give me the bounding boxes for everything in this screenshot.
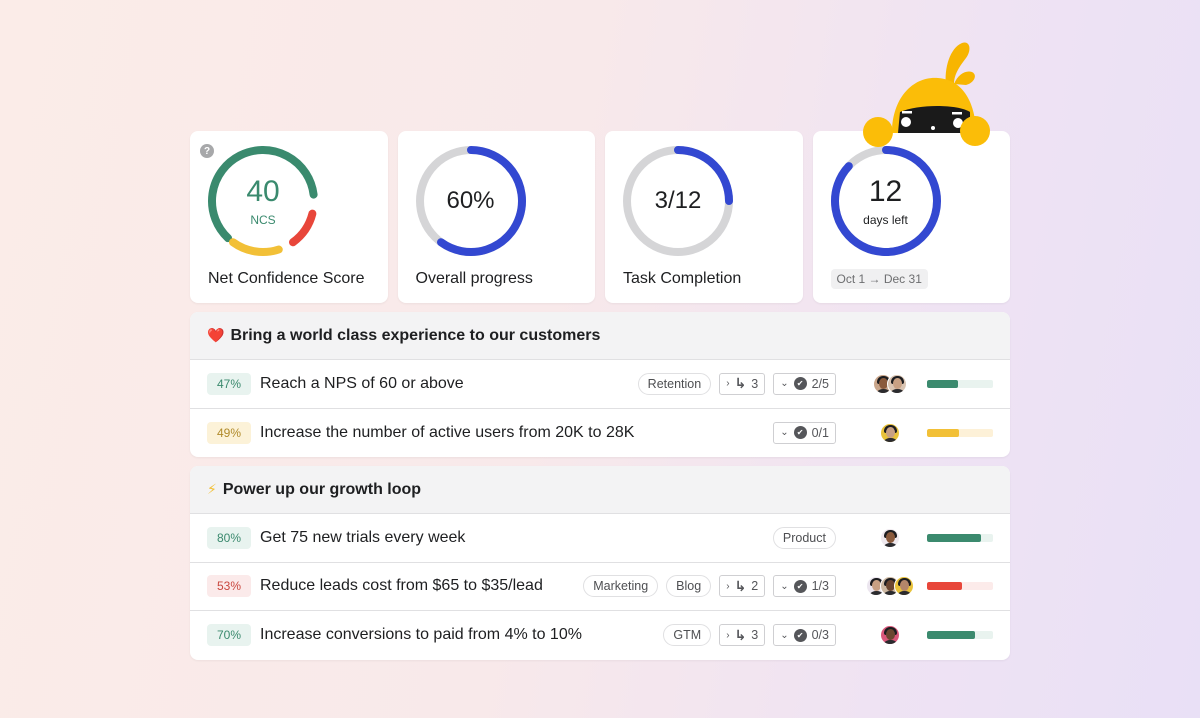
tag-chip[interactable]: GTM [663, 624, 712, 647]
avatar[interactable] [880, 527, 900, 548]
goal-title[interactable]: Get 75 new trials every week [260, 529, 465, 547]
subgoal-arrow-icon: ↳ [734, 577, 747, 594]
tag-chip[interactable]: Marketing [583, 575, 659, 598]
owner-avatars[interactable] [860, 373, 920, 394]
task-count: 0/3 [811, 628, 829, 643]
progress-badge: 47% [207, 372, 251, 395]
check-circle-icon: ✔ [793, 426, 807, 440]
goal-row[interactable]: 47% Reach a NPS of 60 or above Retention › ↳… [190, 360, 1010, 409]
progress-badge: 49% [207, 421, 251, 444]
heart-icon: ❤️ [207, 327, 225, 343]
subgoals-toggle[interactable]: › ↳ 3 [719, 372, 766, 395]
progress-bar [927, 582, 993, 591]
lightning-icon: ⚡ [207, 481, 217, 497]
subgoals-toggle[interactable]: › ↳ 2 [719, 575, 766, 598]
progress-bar-fill [927, 631, 975, 640]
goal-group: ⚡ Power up our growth loop 80% Get 75 new t… [190, 466, 1010, 660]
tasks-toggle[interactable]: ⌄ ✔ 2/5 [773, 372, 836, 395]
avatar[interactable] [894, 576, 914, 597]
subgoal-arrow-icon: ↳ [734, 375, 747, 392]
chevron-down-icon: ⌄ [780, 378, 789, 390]
subgoals-toggle[interactable]: › ↳ 3 [719, 624, 766, 647]
progress-bar-fill [927, 582, 962, 591]
tasks-toggle[interactable]: ⌄ ✔ 1/3 [773, 575, 836, 598]
goal-tags: GTM › ↳ 3 ⌄ ✔ 0/3 [663, 624, 836, 647]
task-count: 0/1 [811, 425, 829, 440]
subgoal-count: 2 [751, 579, 759, 594]
goal-group: ❤️ Bring a world class experience to our … [190, 312, 1010, 457]
check-circle-icon: ✔ [793, 377, 807, 391]
goal-tags: ⌄ ✔ 0/1 [773, 421, 836, 444]
group-header[interactable]: ❤️ Bring a world class experience to our … [190, 312, 1010, 360]
progress-badge: 70% [207, 624, 251, 647]
subgoal-arrow-icon: ↳ [734, 626, 747, 643]
card-label: Net Confidence Score [208, 270, 365, 287]
subgoal-count: 3 [751, 628, 759, 643]
group-title: Power up our growth loop [222, 480, 422, 498]
owner-avatars[interactable] [860, 625, 920, 646]
card-task-completion[interactable]: 3/12 Task Completion [605, 131, 803, 303]
goal-title[interactable]: Reach a NPS of 60 or above [260, 375, 464, 393]
goal-tags: Retention › ↳ 3 ⌄ ✔ 2/5 [637, 372, 836, 395]
task-completion-value: 3/12 [654, 187, 702, 214]
avatar[interactable] [880, 625, 900, 646]
progress-badge: 53% [207, 575, 251, 598]
task-count: 2/5 [811, 376, 829, 391]
avatar[interactable] [887, 373, 907, 394]
goal-title[interactable]: Increase the number of active users from… [260, 424, 634, 442]
owner-avatars[interactable] [860, 576, 920, 597]
ncs-sub-label: NCS [250, 213, 276, 227]
subgoal-count: 3 [751, 376, 759, 391]
tasks-toggle[interactable]: ⌄ ✔ 0/3 [773, 624, 836, 647]
progress-bar-fill [927, 428, 960, 437]
mascot-illustration [863, 42, 990, 147]
progress-bar-fill [927, 379, 959, 388]
progress-badge: 80% [207, 526, 251, 549]
group-title: Bring a world class experience to our cu… [230, 326, 601, 344]
tasks-toggle[interactable]: ⌄ ✔ 0/1 [773, 421, 836, 444]
card-label: Overall progress [415, 270, 533, 287]
days-left-label: days left [863, 213, 908, 227]
overall-progress-value: 60% [446, 187, 495, 214]
goal-row[interactable]: 49% Increase the number of active users f… [190, 409, 1010, 458]
card-net-confidence-score[interactable]: ? 40 NCS Net Confidence Score [190, 131, 388, 303]
tag-chip[interactable]: Retention [637, 372, 712, 395]
goal-tags: Product [772, 526, 836, 549]
chevron-right-icon: › [726, 629, 730, 641]
tag-chip[interactable]: Product [772, 526, 836, 549]
goal-tags: Marketing Blog › ↳ 2 ⌄ ✔ 1/3 [583, 575, 836, 598]
date-range-chip[interactable]: Oct 1 → Dec 31 [830, 269, 928, 289]
check-circle-icon: ✔ [793, 628, 807, 642]
chevron-down-icon: ⌄ [780, 629, 789, 641]
check-circle-icon: ✔ [793, 579, 807, 593]
owner-avatars[interactable] [860, 422, 920, 443]
group-header[interactable]: ⚡ Power up our growth loop [190, 466, 1010, 514]
goal-title[interactable]: Reduce leads cost from $65 to $35/lead [260, 577, 543, 595]
summary-cards: ? 40 NCS Net Confidence Score 60% Overal… [190, 131, 1010, 303]
card-overall-progress[interactable]: 60% Overall progress [397, 131, 595, 303]
progress-bar [927, 631, 993, 640]
progress-bar [927, 428, 993, 437]
progress-bar [927, 533, 993, 542]
task-count: 1/3 [811, 579, 829, 594]
card-days-left[interactable]: 12 days left Oct 1 → Dec 31 [812, 131, 1010, 303]
goal-row[interactable]: 80% Get 75 new trials every week Product [190, 514, 1010, 563]
goal-row[interactable]: 70% Increase conversions to paid from 4% … [190, 611, 1010, 660]
goal-row[interactable]: 53% Reduce leads cost from $65 to $35/lea… [190, 563, 1010, 611]
card-label: Task Completion [623, 270, 742, 287]
owner-avatars[interactable] [860, 527, 920, 548]
avatar[interactable] [880, 422, 900, 443]
ncs-value: 40 [246, 175, 280, 208]
chevron-right-icon: › [726, 378, 730, 390]
progress-bar-fill [927, 533, 982, 542]
chevron-right-icon: › [726, 580, 730, 592]
chevron-down-icon: ⌄ [780, 427, 789, 439]
goal-title[interactable]: Increase conversions to paid from 4% to … [260, 626, 582, 644]
tag-chip[interactable]: Blog [666, 575, 712, 598]
chevron-down-icon: ⌄ [780, 580, 789, 592]
days-left-value: 12 [868, 175, 903, 208]
progress-bar [927, 379, 993, 388]
